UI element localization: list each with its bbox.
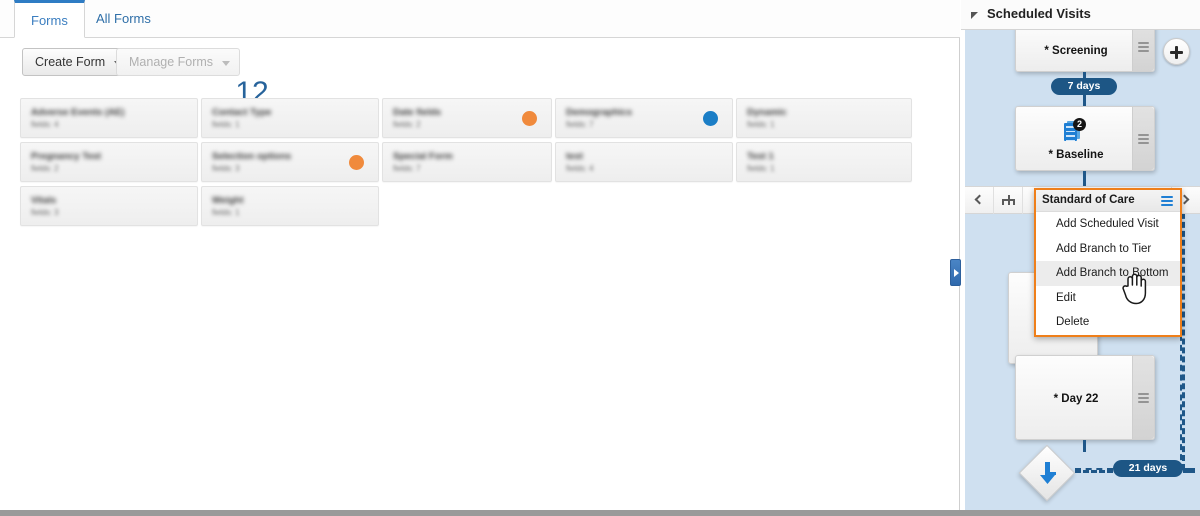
form-count-badge: 2: [1073, 118, 1086, 131]
create-form-label: Create Form: [35, 55, 106, 69]
form-card-title: Vitals: [31, 195, 57, 206]
form-card[interactable]: Date fields fields: 2: [382, 98, 552, 138]
chevron-down-icon: [222, 61, 231, 66]
branch-previous-button[interactable]: [965, 187, 994, 214]
node-drag-handle[interactable]: [1132, 30, 1154, 71]
form-card[interactable]: Adverse Events (AE) fields: 4: [20, 98, 198, 138]
form-card[interactable]: Test 1 fields: 1: [736, 142, 912, 182]
form-card-title: Test 1: [747, 151, 774, 162]
form-card-subtitle: fields: 1: [747, 120, 775, 129]
form-card-subtitle: fields: 4: [31, 120, 59, 129]
menu-item-add-scheduled-visit[interactable]: Add Scheduled Visit: [1036, 212, 1180, 237]
form-card-subtitle: fields: 1: [747, 164, 775, 173]
form-card-subtitle: fields: 1: [212, 120, 240, 129]
form-status-dot: [349, 155, 364, 170]
form-card[interactable]: test fields: 4: [555, 142, 733, 182]
application-window: Forms All Forms Create Form Manage Forms…: [0, 0, 1200, 516]
form-card-row: Pregnancy Test fields: 2 Selection optio…: [20, 142, 912, 184]
form-card-row: Vitals fields: 3 Weight fields: 1: [20, 186, 900, 228]
collapse-triangle-icon[interactable]: [971, 12, 978, 19]
loop-connector: [1075, 468, 1113, 473]
form-card[interactable]: Contact Type fields: 1: [201, 98, 379, 138]
visit-node-baseline[interactable]: 2 * Baseline: [1015, 106, 1155, 171]
connector-line: [1083, 440, 1086, 452]
hamburger-menu-icon[interactable]: [1161, 196, 1173, 206]
tab-forms[interactable]: Forms: [14, 0, 85, 38]
tab-all-forms[interactable]: All Forms: [80, 0, 167, 38]
manage-forms-label: Manage Forms: [129, 55, 214, 69]
loop-arrow-icon: [1040, 462, 1056, 484]
form-card-subtitle: fields: 2: [393, 120, 421, 129]
form-card-title: test: [566, 151, 583, 162]
form-card-title: Selection options: [212, 151, 292, 162]
forms-toolbar: Create Form Manage Forms 12 Total Forms: [0, 38, 960, 123]
form-card-title: Special Form: [393, 151, 453, 162]
menu-item-add-branch-to-tier[interactable]: Add Branch to Tier: [1036, 236, 1180, 262]
form-card[interactable]: Special Form fields: 7: [382, 142, 552, 182]
visit-node-label: * Day 22: [1053, 393, 1099, 405]
form-card-subtitle: fields: 3: [31, 208, 59, 217]
form-status-dot: [522, 111, 537, 126]
form-card[interactable]: Weight fields: 1: [201, 186, 379, 226]
sitemap-icon: [1002, 195, 1015, 206]
context-menu-header[interactable]: Standard of Care: [1036, 190, 1180, 212]
form-card-title: Demographics: [566, 107, 632, 118]
form-card-grid: Adverse Events (AE) fields: 4 Contact Ty…: [20, 98, 912, 230]
visit-node-label: * Screening: [1044, 45, 1108, 57]
visit-node-day22[interactable]: * Day 22: [1015, 355, 1155, 440]
form-card-subtitle: fields: 3: [212, 164, 240, 173]
form-card[interactable]: Demographics fields: 7: [555, 98, 733, 138]
visit-node-label: * Baseline: [1048, 149, 1104, 161]
visit-node-screening[interactable]: * Screening: [1015, 30, 1155, 72]
form-card-subtitle: fields: 7: [566, 120, 594, 129]
form-card-subtitle: fields: 4: [566, 164, 594, 173]
form-status-dot: [703, 111, 718, 126]
forms-main-area: Forms All Forms Create Form Manage Forms…: [0, 0, 960, 510]
form-card[interactable]: Vitals fields: 3: [20, 186, 198, 226]
branch-context-menu: Standard of Care Add Scheduled Visit Add…: [1034, 188, 1182, 337]
form-card-title: Date fields: [393, 107, 442, 118]
menu-item-edit[interactable]: Edit: [1036, 285, 1180, 311]
node-drag-handle[interactable]: [1132, 107, 1154, 170]
form-card-row: Adverse Events (AE) fields: 4 Contact Ty…: [20, 98, 912, 140]
panel-title: Scheduled Visits: [987, 6, 1091, 21]
menu-item-add-branch-to-bottom[interactable]: Add Branch to Bottom: [1036, 261, 1180, 286]
form-count-icon: 2: [1064, 118, 1086, 143]
form-card-subtitle: fields: 7: [393, 164, 421, 173]
form-card-title: Weight: [212, 195, 244, 206]
form-card[interactable]: Pregnancy Test fields: 2: [20, 142, 198, 182]
decision-node[interactable]: [1018, 444, 1076, 502]
manage-forms-button[interactable]: Manage Forms: [116, 48, 241, 76]
form-card-title: Dynamic: [747, 107, 787, 118]
form-card-title: Contact Type: [212, 107, 272, 118]
branch-hierarchy-button[interactable]: [994, 187, 1023, 214]
form-card[interactable]: Dynamic fields: 1: [736, 98, 912, 138]
node-drag-handle[interactable]: [1132, 356, 1154, 439]
interval-badge-loop-21-days: 21 days: [1113, 460, 1183, 477]
form-card-subtitle: fields: 1: [212, 208, 240, 217]
panel-collapse-handle[interactable]: [950, 259, 961, 286]
form-card-title: Adverse Events (AE): [31, 107, 125, 118]
form-card-title: Pregnancy Test: [31, 151, 102, 162]
chevron-left-icon: [974, 194, 985, 205]
menu-item-delete[interactable]: Delete: [1036, 310, 1180, 335]
interval-badge-7-days: 7 days: [1051, 78, 1117, 95]
form-card[interactable]: Selection options fields: 3: [201, 142, 379, 182]
add-visit-button[interactable]: [1163, 38, 1190, 65]
context-menu-title: Standard of Care: [1042, 194, 1135, 206]
tab-bar: Forms All Forms: [0, 0, 960, 38]
panel-header: Scheduled Visits: [961, 0, 1200, 30]
form-card-subtitle: fields: 2: [31, 164, 59, 173]
